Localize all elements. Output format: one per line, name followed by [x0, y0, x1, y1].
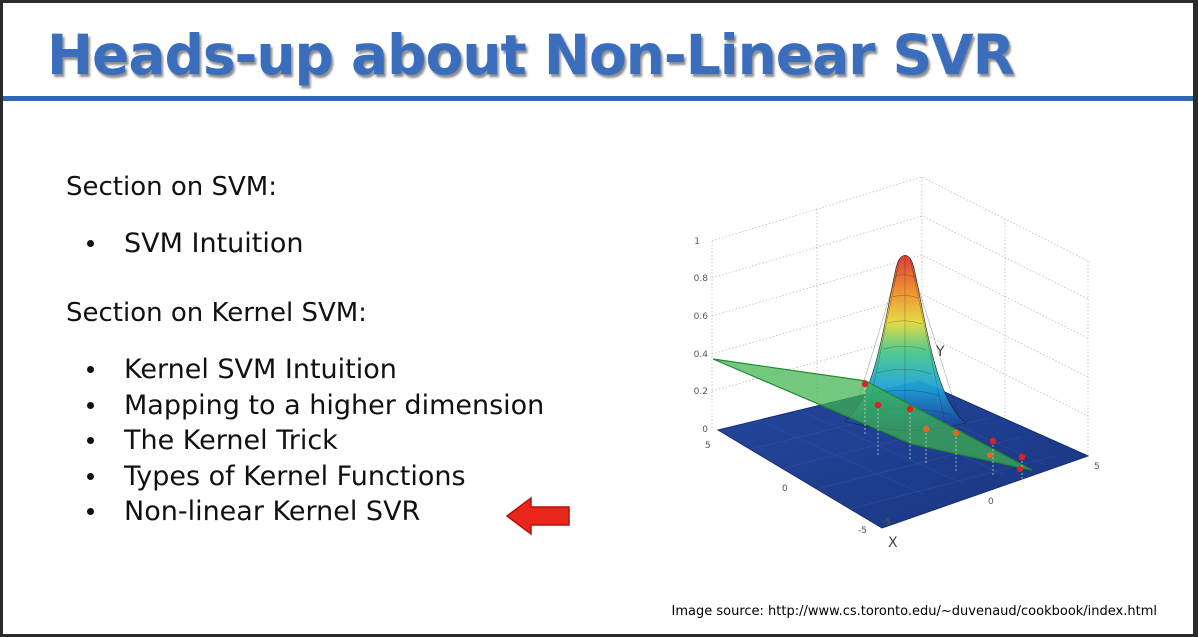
slide: Heads-up about Non-Linear SVR Section on… [3, 3, 1193, 634]
gaussian-kernel-3d-plot: 1 0.8 0.6 0.4 0.2 0 Y X 5 0 -5 -5 0 5 [694, 176, 1100, 551]
data-point [1018, 453, 1026, 461]
data-point [906, 405, 914, 413]
data-point [1017, 466, 1023, 472]
bullet-item: Mapping to a higher dimension [83, 388, 544, 424]
bullet-item-highlighted: Non-linear Kernel SVR [83, 494, 544, 530]
z-tick-label: 0.4 [694, 350, 709, 360]
data-point [922, 425, 930, 433]
z-axis-ticks: 1 0.8 0.6 0.4 0.2 0 [694, 237, 709, 435]
y-tick-label: 0 [988, 497, 994, 507]
bullet-dot [87, 240, 94, 247]
bullet-text: Kernel SVM Intuition [124, 354, 397, 385]
bullet-text: SVM Intuition [124, 228, 304, 259]
z-tick-label: 0.2 [694, 387, 708, 397]
bullet-text: The Kernel Trick [124, 425, 338, 456]
slide-title: Heads-up about Non-Linear SVR [47, 23, 1015, 87]
bullet-text: Non-linear Kernel SVR [124, 496, 421, 527]
bullet-item: Kernel SVM Intuition [83, 352, 544, 388]
data-point [874, 401, 882, 409]
bullet-item: Types of Kernel Functions [83, 459, 544, 495]
y-tick-label: 5 [1094, 462, 1100, 472]
x-axis-label: X [888, 535, 898, 551]
x-tick-label: 0 [782, 484, 788, 494]
data-point [952, 429, 960, 437]
bullet-dot [87, 437, 94, 444]
bullet-item: SVM Intuition [83, 226, 303, 262]
y-tick-label: -5 [882, 518, 891, 528]
x-tick-label: 5 [705, 441, 711, 451]
bullet-text: Types of Kernel Functions [124, 460, 466, 492]
section-heading-kernel-svm: Section on Kernel SVM: [66, 298, 367, 328]
z-tick-label: 0 [702, 425, 708, 435]
bullet-dot [87, 366, 94, 373]
bullet-dot [87, 401, 94, 409]
left-arrow-icon [505, 496, 570, 536]
image-source-caption: Image source: http://www.cs.toronto.edu/… [671, 604, 1157, 619]
z-tick-label: 0.6 [694, 312, 709, 322]
bullet-text: Mapping to a higher dimension [124, 389, 545, 421]
bullet-dot [87, 508, 94, 515]
data-point [987, 452, 993, 458]
z-tick-label: 1 [694, 237, 700, 247]
svm-bullet-list: SVM Intuition [83, 226, 303, 262]
y-axis-label: Y [935, 344, 945, 360]
title-underline [3, 96, 1193, 101]
section-heading-svm: Section on SVM: [66, 172, 277, 202]
bullet-item: The Kernel Trick [83, 423, 544, 459]
data-point [861, 380, 869, 388]
kernel-svm-bullet-list: Kernel SVM Intuition Mapping to a higher… [83, 352, 544, 530]
data-point [989, 437, 997, 445]
bullet-dot [87, 472, 94, 480]
x-tick-label: -5 [858, 526, 867, 536]
z-tick-label: 0.8 [694, 274, 709, 284]
